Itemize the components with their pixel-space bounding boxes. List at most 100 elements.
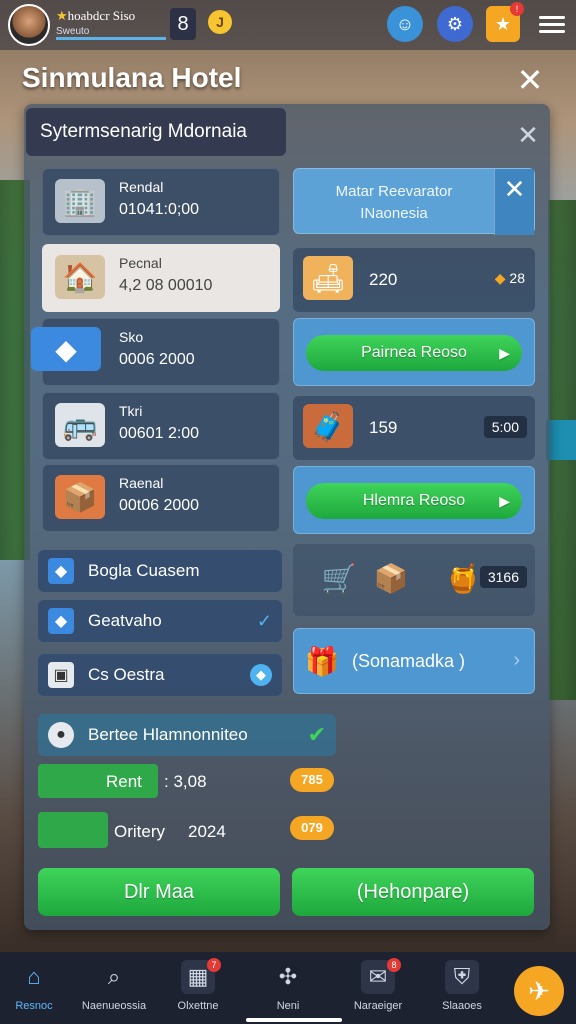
gem-value: ◆ 28 [494, 270, 525, 286]
gift-icon: 🎁 [304, 645, 340, 677]
special-card[interactable]: 🎁 (Sonamadka ) › [293, 628, 535, 694]
nav-item-search[interactable]: ⌕ Naenueossia [74, 960, 154, 1012]
nav-item-controller[interactable]: ✣ Neni [248, 960, 328, 1012]
rewards-button[interactable]: ★! [486, 2, 524, 42]
home-indicator [246, 1018, 342, 1022]
mail-icon: ✉ 8 [361, 958, 401, 994]
gem-icon: ◆ [494, 270, 506, 286]
primary-button[interactable]: Dlr Maa [38, 868, 280, 916]
secondary-button[interactable]: (Hehonpare) [292, 868, 534, 916]
background-sea [546, 420, 576, 460]
nav-item-shield[interactable]: ⛨ Slaaoes [422, 960, 502, 1012]
cube-icon: ◆ [31, 327, 101, 371]
panel-close-icon[interactable]: ✕ [514, 120, 542, 151]
banner-close-icon[interactable]: ✕ [494, 169, 534, 235]
controller-icon: ✣ [278, 964, 298, 989]
left-card-raenal[interactable]: 📦 Raenal 00t06 2000 [42, 464, 280, 532]
building-icon: 🏢 [55, 179, 105, 223]
calendar-icon: ▦ 7 [181, 958, 221, 994]
chevron-down-icon: ✓ [256, 610, 272, 631]
cube-icon: ◆ [48, 608, 74, 634]
settings-button[interactable]: ⚙ [437, 6, 473, 42]
card-value: 01041:0;00 [119, 201, 200, 218]
resource-row-1: 🛋 220 ◆ 28 [293, 248, 535, 312]
left-card-tkri[interactable]: 🚌 Tkri 00601 2:00 [42, 392, 280, 460]
check-icon: ✔ [307, 722, 326, 747]
gear-icon: ⚙ [446, 13, 464, 34]
stat-value: 2024 [188, 822, 226, 841]
player-level: 8 [170, 8, 196, 40]
banner-text: Matar Reevarator INaonesia [335, 183, 453, 222]
list-item-geatvaho[interactable]: ◆ Geatvaho ✓ [38, 600, 282, 642]
resource-value: 159 [369, 418, 398, 437]
menu-button[interactable] [534, 6, 570, 42]
sofa-icon: 🛋 [303, 256, 353, 300]
ghost-icon: ● [48, 722, 74, 748]
profile-button[interactable]: ☺ [387, 6, 423, 42]
close-icon[interactable]: ✕ [514, 64, 546, 96]
card-value: 0006 2000 [119, 351, 195, 368]
cart-icon: 🛒 [321, 562, 357, 594]
timer-pill: 3166 [479, 566, 527, 588]
play-icon: ▶ [499, 344, 510, 361]
resource-value: 220 [369, 270, 398, 289]
action-card-1: Pairnea Reoso ▶ [293, 318, 535, 386]
shield-icon: ⛨ [445, 960, 479, 994]
play-icon: ▶ [499, 492, 510, 509]
info-banner: Matar Reevarator INaonesia ✕ [293, 168, 535, 235]
face-icon: ☺ [395, 13, 415, 34]
panel-heading: Sytermsenarig Mdornaia [26, 108, 286, 156]
notification-badge: ! [510, 2, 524, 16]
player-subtitle: Sweuto [56, 26, 166, 40]
chevron-right-icon: › [513, 649, 520, 671]
cube-icon: ◆ [48, 558, 74, 584]
bus-icon: 🚌 [55, 403, 105, 447]
shield-icon: ◆ [250, 664, 272, 686]
bottom-nav: ⌂ Resnoc ⌕ Naenueossia ▦ 7 Olxettne ✣ Nen… [0, 952, 576, 1024]
player-name: ★hoabdcr Siso [56, 8, 136, 23]
left-card-rendal[interactable]: 🏢 Rendal 01041:0;00 [42, 168, 280, 236]
notification-badge: 8 [387, 958, 401, 972]
stat-badge: 785 [290, 768, 334, 792]
nav-item-home[interactable]: ⌂ Resnoc [0, 960, 74, 1012]
list-item-bertee[interactable]: ● Bertee Hlamnonniteo ✔ [38, 714, 336, 756]
player-avatar[interactable] [8, 4, 50, 46]
jar-icon: 🍯 [445, 562, 481, 594]
search-icon: ⌕ [107, 964, 121, 989]
nav-item-mail[interactable]: ✉ 8 Naraeiger [338, 958, 418, 1012]
crates-icon: 📦 [55, 475, 105, 519]
furniture-icon: 🧳 [303, 404, 353, 448]
coin-icon[interactable]: J [208, 10, 232, 34]
card-value: 4,2 08 00010 [119, 277, 213, 294]
resource-row-2: 🧳 159 5:00 [293, 396, 535, 460]
upgrade-button-1[interactable]: Pairnea Reoso ▶ [306, 335, 522, 371]
plane-icon: ✈ [528, 975, 550, 1006]
fab-button[interactable]: ✈ [514, 966, 564, 1016]
hamburger-icon [539, 12, 565, 37]
card-value: 00601 2:00 [119, 425, 200, 442]
box-icon: ▣ [48, 662, 74, 688]
resource-row-3: 🛒 📦 🍯 3166 [293, 544, 535, 616]
card-label: Sko [119, 329, 144, 345]
stat-label: Oritery [114, 822, 165, 841]
list-item-bogla[interactable]: ◆ Bogla Cuasem [38, 550, 282, 592]
card-label: Tkri [119, 403, 143, 419]
box-icon: 📦 [373, 562, 409, 594]
page-title: Sinmulana Hotel [22, 62, 242, 93]
left-card-pecnal[interactable]: 🏠 Pecnal 4,2 08 00010 [42, 244, 280, 312]
left-card-sko[interactable]: ◆ Sko 0006 2000 [31, 318, 280, 386]
list-item-oestra[interactable]: ▣ Cs Oestra ◆ [38, 654, 282, 696]
stat-value: : 3,08 [164, 772, 207, 791]
action-card-2: Hlemra Reoso ▶ [293, 466, 535, 534]
notification-badge: 7 [207, 958, 221, 972]
home-icon: ⌂ [27, 964, 41, 989]
stat-label: Rent [106, 772, 142, 791]
contract-icon [38, 812, 108, 848]
card-label: Raenal [119, 475, 164, 491]
nav-item-calendar[interactable]: ▦ 7 Olxettne [158, 958, 238, 1012]
special-label: (Sonamadka ) [352, 651, 466, 671]
star-icon: ★ [494, 13, 512, 34]
stat-badge: 079 [290, 816, 334, 840]
upgrade-button-2[interactable]: Hlemra Reoso ▶ [306, 483, 522, 519]
card-label: Pecnal [119, 255, 162, 271]
